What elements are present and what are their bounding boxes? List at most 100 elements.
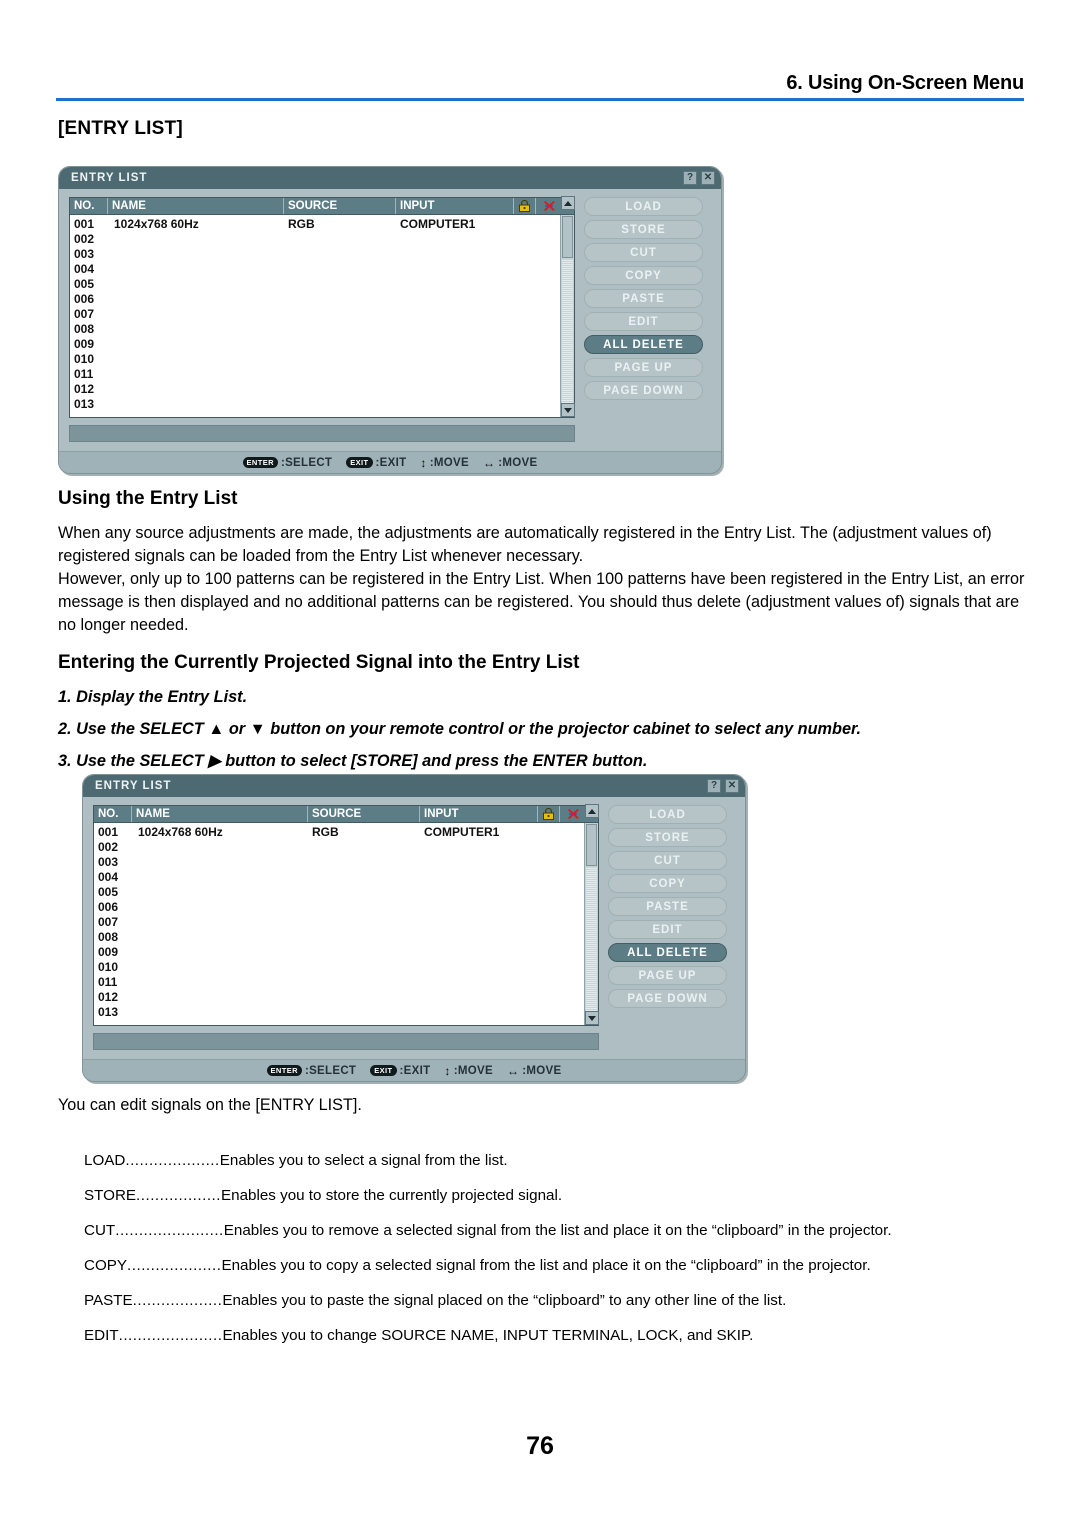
scroll-up-arrow[interactable] — [585, 804, 599, 818]
table-row[interactable]: 002 — [70, 231, 560, 246]
cell-no: 011 — [74, 366, 94, 381]
osd-button-paste[interactable]: PASTE — [608, 897, 727, 916]
table-row[interactable]: 009 — [70, 336, 560, 351]
cell-no: 012 — [98, 989, 119, 1004]
table-row[interactable]: 010 — [70, 351, 560, 366]
close-icon[interactable]: ✕ — [725, 779, 739, 793]
osd-button-store[interactable]: STORE — [584, 220, 703, 239]
table-row[interactable]: 008 — [94, 929, 584, 944]
scroll-down-arrow[interactable] — [585, 1011, 599, 1025]
steps-items: 1. Display the Entry List. 2. Use the SEL… — [58, 686, 1026, 773]
definition-row: LOAD.................... Enables you to … — [84, 1152, 1029, 1169]
osd-button-store[interactable]: STORE — [608, 828, 727, 847]
list-box[interactable]: 001 1024x768 60Hz RGB COMPUTER1 002 003 004 005… — [93, 804, 599, 1026]
definition-dots: .................. — [136, 1187, 221, 1204]
scroll-up-arrow[interactable] — [561, 196, 575, 210]
signal-list[interactable]: NO. NAME SOURCE INPUT 001 1024x768 60Hz RG… — [93, 804, 599, 1026]
table-row[interactable]: 012 — [70, 381, 560, 396]
table-row[interactable]: 007 — [70, 306, 560, 321]
osd-button-load[interactable]: LOAD — [608, 805, 727, 824]
osd-button-cut[interactable]: CUT — [584, 243, 703, 262]
osd-button-page-up[interactable]: PAGE UP — [584, 358, 703, 377]
table-row[interactable]: 004 — [94, 869, 584, 884]
page-number: 76 — [526, 1432, 554, 1460]
table-row[interactable]: 006 — [70, 291, 560, 306]
table-row[interactable]: 011 — [94, 974, 584, 989]
signal-list[interactable]: NO. NAME SOURCE INPUT 001 1024x768 60Hz RG… — [69, 196, 575, 418]
footer-hint-label: :EXIT — [399, 1064, 431, 1077]
osd-button-cut[interactable]: CUT — [608, 851, 727, 870]
osd-button-copy[interactable]: COPY — [584, 266, 703, 285]
table-row[interactable]: 013 — [70, 396, 560, 411]
help-icon[interactable]: ? — [683, 171, 697, 185]
cell-no: 007 — [74, 306, 95, 321]
osd-button-edit[interactable]: EDIT — [584, 312, 703, 331]
chapter-title: 6. Using On-Screen Menu — [786, 72, 1024, 94]
close-icon[interactable]: ✕ — [701, 171, 715, 185]
osd-button-page-up[interactable]: PAGE UP — [608, 966, 727, 985]
arrow-icon: ↕ — [420, 455, 427, 470]
cell-no: 013 — [98, 1004, 119, 1019]
table-row[interactable]: 003 — [70, 246, 560, 261]
keycap-enter: ENTER — [242, 457, 278, 468]
cell-name: 1024x768 60Hz — [138, 824, 223, 839]
cell-no: 007 — [98, 914, 119, 929]
table-row[interactable]: 010 — [94, 959, 584, 974]
table-row[interactable]: 004 — [70, 261, 560, 276]
table-row[interactable]: 003 — [94, 854, 584, 869]
table-row[interactable]: 012 — [94, 989, 584, 1004]
table-row[interactable]: 002 — [94, 839, 584, 854]
cell-no: 005 — [98, 884, 119, 899]
help-icon[interactable]: ? — [707, 779, 721, 793]
osd-button-edit[interactable]: EDIT — [608, 920, 727, 939]
keycap-exit: EXIT — [346, 457, 373, 468]
table-row[interactable]: 005 — [70, 276, 560, 291]
scrollbar-thumb[interactable] — [586, 824, 597, 866]
scroll-down-arrow[interactable] — [561, 403, 575, 417]
osd-button-copy[interactable]: COPY — [608, 874, 727, 893]
table-row[interactable]: 006 — [94, 899, 584, 914]
table-row[interactable]: 013 — [94, 1004, 584, 1019]
column-input: INPUT — [396, 198, 514, 214]
entry-list-dialog-2[interactable]: ENTRY LIST ? ✕ NO. NAME SOURCE INPUT 001… — [82, 774, 746, 1082]
osd-button-all-delete[interactable]: ALL DELETE — [608, 943, 727, 962]
osd-button-load[interactable]: LOAD — [584, 197, 703, 216]
table-row[interactable]: 011 — [70, 366, 560, 381]
skip-icon — [536, 198, 562, 214]
definition-row: CUT....................... Enables you t… — [84, 1222, 1029, 1239]
scrollbar-track[interactable] — [562, 259, 573, 416]
dialog-titlebar: ENTRY LIST ? ✕ — [83, 775, 745, 797]
info-strip — [69, 425, 575, 442]
table-row[interactable]: 007 — [94, 914, 584, 929]
entry-list-dialog-1[interactable]: ENTRY LIST ? ✕ NO. NAME SOURCE INPUT 001… — [58, 166, 722, 474]
cell-no: 002 — [74, 231, 95, 246]
step-item-1: 1. Display the Entry List. — [58, 688, 248, 706]
osd-button-page-down[interactable]: PAGE DOWN — [584, 381, 703, 400]
scrollbar-track[interactable] — [586, 867, 597, 1024]
table-row[interactable]: 001 1024x768 60Hz RGB COMPUTER1 — [94, 824, 584, 839]
scrollbar-thumb[interactable] — [562, 216, 573, 258]
definition-description: Enables you to change SOURCE NAME, INPUT… — [222, 1327, 754, 1344]
definition-list: LOAD.................... Enables you to … — [84, 1152, 1029, 1362]
table-row[interactable]: 009 — [94, 944, 584, 959]
info-strip — [93, 1033, 599, 1050]
footer-hint: EXIT:EXIT — [346, 457, 406, 469]
osd-button-all-delete[interactable]: ALL DELETE — [584, 335, 703, 354]
definition-description: Enables you to store the currently proje… — [221, 1187, 563, 1204]
list-scrollbar[interactable] — [584, 804, 599, 1025]
list-scrollbar[interactable] — [560, 196, 575, 417]
osd-button-paste[interactable]: PASTE — [584, 289, 703, 308]
arrow-icon: ↔ — [506, 1063, 520, 1078]
table-row[interactable]: 005 — [94, 884, 584, 899]
table-row[interactable]: 001 1024x768 60Hz RGB COMPUTER1 — [70, 216, 560, 231]
lock-icon — [514, 198, 536, 214]
table-row[interactable]: 008 — [70, 321, 560, 336]
osd-button-page-down[interactable]: PAGE DOWN — [608, 989, 727, 1008]
list-box[interactable]: 001 1024x768 60Hz RGB COMPUTER1 002 003 004 005… — [69, 196, 575, 418]
definition-row: EDIT...................... Enables you t… — [84, 1327, 1029, 1344]
definition-description: Enables you to paste the signal placed o… — [222, 1292, 787, 1309]
definition-row: COPY.................... Enables you to … — [84, 1257, 1029, 1274]
definition-term: COPY — [84, 1257, 128, 1274]
paragraph-1: When any source adjustments are made, th… — [58, 522, 1026, 568]
cell-no: 004 — [74, 261, 95, 276]
